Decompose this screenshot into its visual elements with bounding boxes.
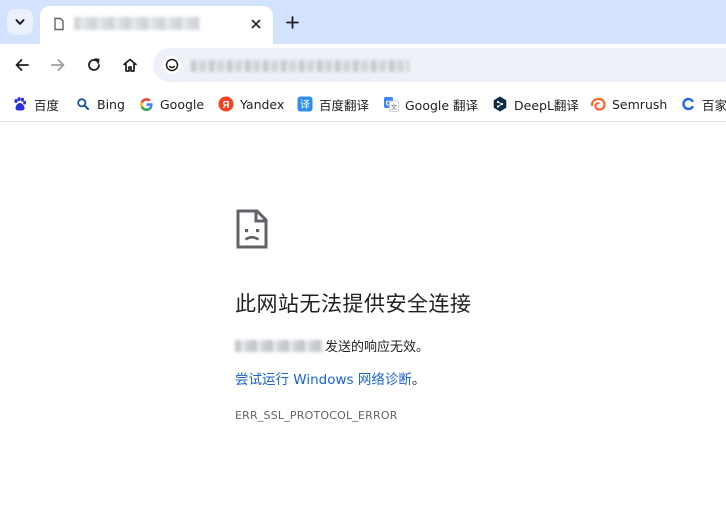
- chevron-down-icon: [15, 19, 25, 25]
- home-button[interactable]: [117, 52, 143, 78]
- page-icon: [54, 17, 64, 31]
- bookmark-google-translate[interactable]: G文 Google 翻译: [383, 94, 478, 114]
- bookmark-semrush[interactable]: Semrush: [590, 94, 667, 114]
- back-arrow-icon: [15, 59, 29, 71]
- error-description: 发送的响应无效。: [235, 336, 429, 355]
- forward-arrow-icon: [51, 59, 65, 71]
- baidu-translate-icon: 译: [297, 96, 313, 112]
- url-text[interactable]: [191, 60, 409, 72]
- tab-title: [74, 17, 200, 30]
- bookmark-label: Google: [160, 96, 205, 112]
- google-icon: [138, 96, 154, 112]
- address-bar[interactable]: [153, 48, 726, 82]
- bookmark-bing[interactable]: Bing: [75, 94, 125, 114]
- toolbar: [0, 44, 726, 86]
- plus-icon: [285, 15, 299, 29]
- reload-button[interactable]: [81, 52, 107, 78]
- svg-text:Я: Я: [222, 100, 229, 111]
- tab-search-button[interactable]: [7, 9, 33, 35]
- yandex-icon: Я: [218, 96, 234, 112]
- bookmark-label: Semrush: [612, 96, 668, 112]
- baidu-icon: [12, 96, 28, 112]
- bookmark-deepl[interactable]: DeepL翻译: [492, 94, 579, 114]
- bing-search-icon: [75, 96, 91, 112]
- bookmark-label: 百家号: [702, 97, 726, 113]
- new-tab-button[interactable]: [280, 10, 304, 34]
- active-tab[interactable]: [40, 6, 273, 44]
- back-button[interactable]: [9, 52, 35, 78]
- deepl-icon: [492, 96, 508, 112]
- reload-icon: [88, 58, 100, 71]
- site-info-button[interactable]: [163, 56, 181, 74]
- close-icon: [251, 19, 261, 29]
- semrush-icon: [590, 96, 606, 112]
- bookmark-label: 百度: [34, 97, 60, 113]
- sad-page-icon: [236, 209, 268, 249]
- link-end-punctuation: 。: [411, 372, 426, 388]
- bookmark-label: 百度翻译: [319, 97, 370, 113]
- bookmark-google[interactable]: Google: [138, 94, 204, 114]
- bookmark-baidu-translate[interactable]: 译 百度翻译: [297, 94, 369, 114]
- error-heading: 此网站无法提供安全连接: [235, 292, 472, 316]
- diagnostics-line: 尝试运行 Windows 网络诊断。: [235, 368, 425, 388]
- bookmark-baidu[interactable]: 百度: [12, 94, 59, 114]
- home-icon: [123, 58, 137, 72]
- tab-strip: [0, 0, 726, 44]
- bookmark-label: Bing: [97, 96, 125, 112]
- not-secure-icon: [165, 58, 179, 72]
- run-diagnostics-link[interactable]: 尝试运行 Windows 网络诊断: [235, 372, 412, 388]
- bookmarks-bar: 百度 Bing Google Я Yandex 译 百度翻译 G文 Google…: [0, 86, 726, 122]
- error-code[interactable]: ERR_SSL_PROTOCOL_ERROR: [235, 409, 398, 422]
- bookmark-yandex[interactable]: Я Yandex: [218, 94, 284, 114]
- bookmark-baijiahao[interactable]: 百家号: [680, 94, 726, 114]
- forward-button[interactable]: [45, 52, 71, 78]
- google-translate-icon: G文: [383, 96, 399, 112]
- baijiahao-icon: [680, 96, 696, 112]
- bookmark-label: Google 翻译: [405, 97, 479, 113]
- tab-close-button[interactable]: [246, 14, 266, 34]
- bookmark-label: Yandex: [240, 96, 285, 112]
- svg-text:译: 译: [300, 99, 310, 111]
- host-name: [235, 339, 323, 352]
- error-description-text: 发送的响应无效。: [325, 340, 430, 355]
- svg-text:文: 文: [391, 102, 398, 111]
- bookmark-label: DeepL翻译: [514, 97, 579, 113]
